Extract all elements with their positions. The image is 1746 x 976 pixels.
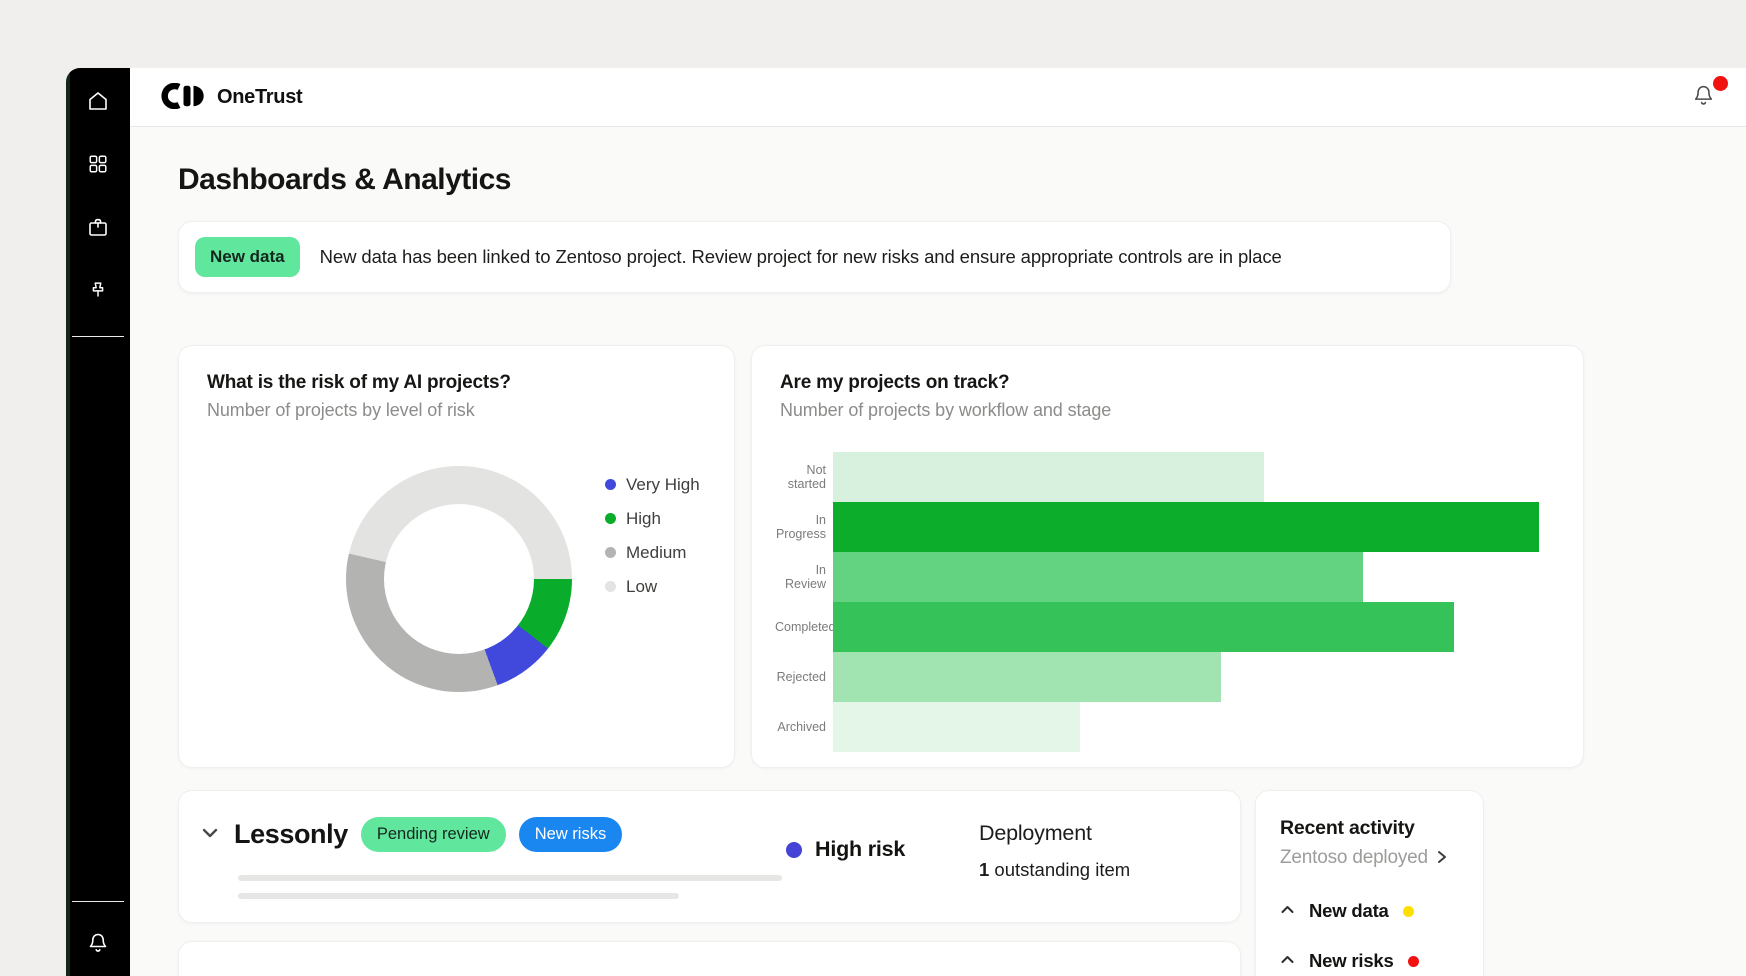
bar: [833, 552, 1363, 602]
bar-label: Archived: [775, 720, 833, 734]
brand[interactable]: OneTrust: [160, 83, 302, 112]
bar: [833, 602, 1454, 652]
bar-chart: Not started In Progress In Review Comple…: [775, 452, 1539, 752]
legend-label: High: [626, 509, 661, 529]
notification-dot: [1713, 76, 1728, 91]
brand-name: OneTrust: [217, 86, 302, 109]
sidebar-item-pinned[interactable]: [78, 273, 118, 309]
apps-grid-icon: [87, 153, 109, 178]
recent-activity-panel: Recent activity Zentoso deployed New dat…: [1255, 790, 1484, 976]
bar-label: Not started: [775, 463, 833, 491]
bar: [833, 652, 1221, 702]
status-badge: Pending review: [361, 817, 506, 852]
legend-item: High: [605, 508, 700, 529]
activity-dot: [1403, 906, 1414, 917]
expand-project-button[interactable]: [199, 824, 221, 846]
main-content: Dashboards & Analytics New data New data…: [130, 127, 1746, 976]
legend-item: Low: [605, 576, 700, 597]
header: OneTrust: [130, 68, 1746, 127]
bar: [833, 452, 1264, 502]
bar-label: Completed: [775, 620, 833, 634]
bell-icon: [1691, 83, 1716, 111]
legend-dot: [605, 547, 616, 558]
bar: [833, 702, 1080, 752]
chevron-up-icon: [1280, 902, 1295, 920]
legend-item: Very High: [605, 474, 700, 495]
activity-item[interactable]: New data: [1280, 899, 1459, 923]
charts-row: What is the risk of my AI projects? Numb…: [178, 345, 1746, 768]
activity-link[interactable]: Zentoso deployed: [1280, 847, 1449, 869]
bar: [833, 502, 1539, 552]
stage-label: Deployment: [979, 821, 1130, 846]
sidebar-item-home[interactable]: [78, 84, 118, 120]
projects-row: Lessonly Pending review New risks High r…: [178, 790, 1746, 976]
app-window: OneTrust Dashboards & Analytics New data…: [0, 0, 1746, 976]
activity-label: New risks: [1309, 950, 1394, 972]
chevron-right-icon: [1435, 849, 1449, 868]
chart-title: Are my projects on track?: [780, 372, 1555, 394]
outstanding-items: 1 outstanding item: [979, 859, 1130, 881]
legend-dot: [605, 479, 616, 490]
activity-title: Recent activity: [1280, 817, 1459, 840]
bell-icon: [86, 931, 110, 958]
bar-label: In Progress: [775, 513, 833, 541]
notification-banner: New data New data has been linked to Zen…: [178, 221, 1451, 293]
legend-dot: [605, 581, 616, 592]
sidebar-divider: [72, 901, 124, 902]
activity-label: New data: [1309, 900, 1389, 922]
workflow-chart-card: Are my projects on track? Number of proj…: [751, 345, 1584, 768]
sidebar-item-apps[interactable]: [78, 147, 118, 183]
project-row: Lessonly Pending review New risks High r…: [178, 790, 1241, 923]
sidebar-item-notifications[interactable]: [78, 926, 118, 962]
project-name[interactable]: Lessonly: [234, 819, 348, 850]
legend-dot: [605, 513, 616, 524]
bar-row: Not started: [775, 452, 1539, 502]
legend-label: Very High: [626, 475, 700, 495]
skeleton-line: [238, 893, 679, 899]
activity-list: New data New risks: [1280, 899, 1459, 973]
chart-legend: Very High High Medium Low: [605, 474, 700, 610]
chart-title: What is the risk of my AI projects?: [207, 372, 706, 394]
skeleton-line: [238, 875, 782, 881]
bar-row: In Progress: [775, 502, 1539, 552]
risk-dot: [786, 842, 802, 858]
activity-dot: [1408, 956, 1419, 967]
sidebar-divider: [72, 336, 124, 337]
banner-badge: New data: [195, 237, 300, 277]
bar-row: Rejected: [775, 652, 1539, 702]
chart-subtitle: Number of projects by level of risk: [207, 400, 706, 421]
next-project-card: [178, 941, 1241, 976]
chevron-up-icon: [1280, 952, 1295, 970]
new-risks-badge[interactable]: New risks: [519, 817, 623, 852]
donut-chart: [346, 466, 572, 692]
banner-message: New data has been linked to Zentoso proj…: [320, 246, 1282, 268]
risk-label: High risk: [815, 837, 905, 862]
onetrust-logo-icon: [160, 83, 206, 112]
bar-row: In Review: [775, 552, 1539, 602]
page-title: Dashboards & Analytics: [178, 163, 1746, 197]
home-icon: [86, 89, 110, 116]
notifications-button[interactable]: [1686, 80, 1720, 114]
bar-row: Completed: [775, 602, 1539, 652]
legend-label: Low: [626, 577, 657, 597]
briefcase-icon: [86, 215, 110, 242]
chevron-down-icon: [200, 823, 220, 846]
donut-hole: [384, 504, 534, 654]
stage-column: Deployment 1 outstanding item: [979, 821, 1130, 881]
bar-label: In Review: [775, 563, 833, 591]
risk-chart-card: What is the risk of my AI projects? Numb…: [178, 345, 735, 768]
sidebar: [66, 68, 130, 976]
activity-item[interactable]: New risks: [1280, 949, 1459, 973]
bar-label: Rejected: [775, 670, 833, 684]
legend-label: Medium: [626, 543, 686, 563]
legend-item: Medium: [605, 542, 700, 563]
risk-indicator: High risk: [786, 837, 905, 862]
chart-subtitle: Number of projects by workflow and stage: [780, 400, 1555, 421]
bar-row: Archived: [775, 702, 1539, 752]
sidebar-item-projects[interactable]: [78, 210, 118, 246]
pin-icon: [87, 278, 109, 305]
